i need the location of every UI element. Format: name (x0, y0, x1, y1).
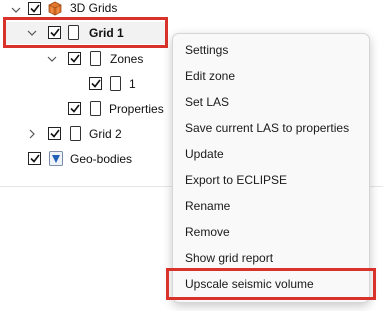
tree-node-label: Grid 2 (89, 127, 122, 141)
tree-node-label: Properties (109, 102, 164, 116)
menu-item-settings[interactable]: Settings (177, 38, 365, 62)
menu-item-label: Rename (185, 199, 231, 213)
tree-node-zones[interactable]: Zones (40, 48, 160, 70)
menu-item-label: Edit zone (185, 69, 236, 83)
menu-item-label: Show grid report (185, 251, 274, 265)
tree-node-label: 3D Grids (70, 1, 118, 15)
menu-item-label: Update (185, 147, 224, 161)
menu-item-edit-zone[interactable]: Edit zone (177, 64, 365, 88)
document-icon (110, 76, 121, 94)
checkbox-zones[interactable] (68, 52, 81, 65)
tree-node-3d-grids[interactable]: 3D Grids (0, 0, 160, 22)
checkbox-geo-bodies[interactable] (28, 152, 41, 165)
menu-item-update[interactable]: Update (177, 142, 365, 166)
menu-item-save-las-to-properties[interactable]: Save current LAS to properties (177, 116, 365, 140)
tree-node-geo-bodies[interactable]: Geo-bodies (20, 148, 160, 170)
menu-item-show-grid-report[interactable]: Show grid report (177, 246, 365, 270)
menu-item-export-eclipse[interactable]: Export to ECLIPSE (177, 168, 365, 192)
menu-item-rename[interactable]: Rename (177, 194, 365, 218)
cube-grid-icon (48, 1, 62, 19)
menu-item-set-las[interactable]: Set LAS (177, 90, 365, 114)
document-icon (68, 25, 79, 43)
checkbox-properties[interactable] (68, 102, 81, 115)
tree-node-label: 1 (129, 77, 136, 91)
checkbox-grid-1[interactable] (48, 26, 61, 39)
document-icon (70, 126, 81, 144)
chevron-down-icon[interactable] (46, 53, 58, 65)
checkbox-zone-1[interactable] (89, 77, 102, 90)
document-icon (90, 51, 101, 69)
chevron-down-icon[interactable] (26, 27, 38, 39)
menu-item-label: Save current LAS to properties (185, 121, 350, 135)
context-menu: Settings Edit zone Set LAS Save current … (172, 33, 370, 303)
geobody-shield-icon (49, 151, 63, 169)
menu-item-remove[interactable]: Remove (177, 220, 365, 244)
tree-node-properties[interactable]: Properties (60, 98, 170, 120)
tree-node-label: Geo-bodies (70, 152, 133, 166)
menu-item-label: Set LAS (185, 95, 230, 109)
tree-node-label: Grid 1 (89, 26, 124, 40)
menu-item-label: Settings (185, 43, 229, 57)
checkbox-grid-2[interactable] (48, 127, 61, 140)
menu-item-label: Export to ECLIPSE (185, 173, 288, 187)
tree-node-label: Zones (110, 52, 144, 66)
checkbox-3d-grids[interactable] (28, 2, 41, 15)
chevron-right-icon[interactable] (26, 128, 38, 140)
tree-node-grid-1[interactable]: Grid 1 (4, 22, 166, 44)
menu-item-label: Remove (185, 225, 230, 239)
menu-item-label: Upscale seismic volume (185, 277, 314, 291)
menu-item-upscale-seismic-volume[interactable]: Upscale seismic volume (177, 272, 365, 296)
tree-node-grid-2[interactable]: Grid 2 (20, 123, 160, 145)
tree-node-zone-1[interactable]: 1 (80, 73, 160, 95)
document-icon (90, 101, 101, 119)
chevron-down-icon[interactable] (10, 4, 22, 16)
